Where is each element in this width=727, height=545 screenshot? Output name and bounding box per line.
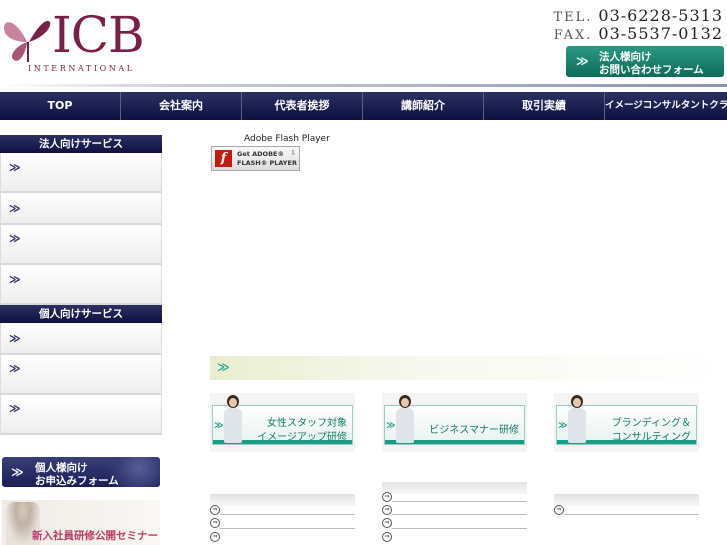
flash-player-label: Adobe Flash Player <box>244 134 330 144</box>
sidebar-item-corporate-3[interactable]: ≫ <box>0 225 162 265</box>
woman-photo <box>566 393 588 445</box>
tel-label: TEL. <box>553 10 593 25</box>
chevron-right-icon: ≫ <box>9 161 20 174</box>
personal-application-form-button[interactable]: ≫ 個人様向け お申込みフォーム <box>2 457 160 487</box>
header-divider <box>0 84 727 87</box>
flash-logo-icon: f <box>215 150 232 167</box>
news-divider <box>392 528 527 529</box>
fax-number: FAX. 03-5537-0132 <box>554 24 723 43</box>
chevron-right-icon: ≫ <box>386 421 396 431</box>
news-divider <box>564 514 699 515</box>
sidebar-item-corporate-4[interactable]: ≫ <box>0 265 162 305</box>
chevron-right-icon: ≫ <box>9 402 20 415</box>
seminar-banner-text: 新入社員研修公開セミナー <box>32 530 158 542</box>
arrow-circle-icon[interactable]: ⇒ <box>382 492 392 502</box>
woman-photo <box>222 393 244 445</box>
arrow-circle-icon[interactable]: ⇒ <box>210 505 220 515</box>
sidebar: 法人向けサービス ≫ ≫ ≫ ≫ 個人向けサービス ≫ ≫ ≫ <box>0 135 162 435</box>
service-label-line2: イメージアップ研修 <box>257 432 347 443</box>
sidebar-item-corporate-1[interactable]: ≫ <box>0 153 162 193</box>
nav-top[interactable]: TOP <box>0 92 121 120</box>
news-divider <box>220 514 355 515</box>
logo-subtitle: INTERNATIONAL <box>28 64 135 73</box>
service-label-line1: ブランディング＆ <box>611 418 691 429</box>
news-divider <box>392 501 527 502</box>
chevron-right-icon: ≫ <box>9 362 20 375</box>
butterfly-logo-icon <box>4 20 51 62</box>
flash-badge-line1: Get ADOBE® <box>237 150 284 158</box>
news-divider <box>220 528 355 529</box>
nav-consultant-club[interactable]: イメージコンサルタントクラブ <box>605 92 727 120</box>
sidebar-item-corporate-2[interactable]: ≫ <box>0 193 162 225</box>
news-divider <box>392 514 527 515</box>
corp-form-label-line2: お問い合わせフォーム <box>599 64 704 76</box>
service-card-business-manners[interactable]: ≫ ビジネスマナー研修 <box>382 393 527 452</box>
logo-wordmark[interactable]: ICB <box>52 6 145 64</box>
chevron-right-icon: ≫ <box>558 421 568 431</box>
service-label-line2: コンサルティング <box>611 432 691 443</box>
fax-label: FAX. <box>553 28 593 43</box>
chevron-right-icon: ≫ <box>9 332 20 345</box>
arrow-circle-icon[interactable]: ⇒ <box>554 505 564 515</box>
news-header-bar <box>382 482 527 494</box>
news-header-bar <box>210 494 355 506</box>
personal-services-heading: 個人向けサービス <box>0 305 162 323</box>
corporate-inquiry-form-button[interactable]: ≫ 法人様向け お問い合わせフォーム <box>566 46 724 77</box>
global-nav: TOP 会社案内 代表者挨拶 講師紹介 取引実績 イメージコンサルタントクラブ <box>0 92 727 120</box>
service-card-women-staff[interactable]: ≫ 女性スタッフ対象 イメージアップ研修 <box>210 393 355 452</box>
arrow-circle-icon[interactable]: ⇒ <box>210 518 220 528</box>
service-card-branding-consulting[interactable]: ≫ ブランディング＆ コンサルティング <box>554 393 699 452</box>
service-label-line1: 女性スタッフ対象 <box>267 418 347 429</box>
arrow-circle-icon[interactable]: ⇒ <box>382 505 392 515</box>
chevron-right-icon: ≫ <box>11 465 24 479</box>
chevron-right-icon: ≫ <box>576 54 589 68</box>
fax-value: 03-5537-0132 <box>598 24 723 43</box>
chevron-right-icon: ≫ <box>214 421 224 431</box>
new-employee-seminar-banner[interactable]: 新入社員研修公開セミナー <box>2 500 160 545</box>
personal-form-label-line2: お申込みフォーム <box>35 475 119 487</box>
chevron-right-icon: ≫ <box>9 273 20 286</box>
download-arrow-icon: ⇩ <box>290 149 296 157</box>
site-header: ICB INTERNATIONAL TEL. 03-6228-5313 FAX. 0… <box>0 0 727 90</box>
nav-clients[interactable]: 取引実績 <box>484 92 605 120</box>
phone-number: TEL. 03-6228-5313 <box>553 6 723 25</box>
chevron-right-icon: ≫ <box>9 202 20 215</box>
chevron-right-icon: ≫ <box>217 360 229 374</box>
arrow-circle-icon[interactable]: ⇒ <box>382 532 392 542</box>
sidebar-item-personal-2[interactable]: ≫ <box>0 355 162 395</box>
section-heading-bar: ≫ <box>210 356 727 380</box>
sidebar-item-personal-1[interactable]: ≫ <box>0 323 162 355</box>
sidebar-item-personal-3[interactable]: ≫ <box>0 395 162 435</box>
flash-badge-line2: FLASH® PLAYER <box>237 159 297 167</box>
corporate-services-heading: 法人向けサービス <box>0 135 162 153</box>
get-flash-player-button[interactable]: f Get ADOBE® FLASH® PLAYER ⇩ <box>211 146 300 171</box>
news-header-bar <box>554 494 699 506</box>
nav-instructors[interactable]: 講師紹介 <box>363 92 484 120</box>
nav-company[interactable]: 会社案内 <box>121 92 242 120</box>
woman-photo <box>394 393 416 445</box>
tel-value: 03-6228-5313 <box>598 6 723 25</box>
service-label-line1: ビジネスマナー研修 <box>429 425 519 436</box>
chevron-right-icon: ≫ <box>9 232 20 245</box>
nav-greeting[interactable]: 代表者挨拶 <box>242 92 363 120</box>
arrow-circle-icon[interactable]: ⇒ <box>210 532 220 542</box>
arrow-circle-icon[interactable]: ⇒ <box>382 518 392 528</box>
